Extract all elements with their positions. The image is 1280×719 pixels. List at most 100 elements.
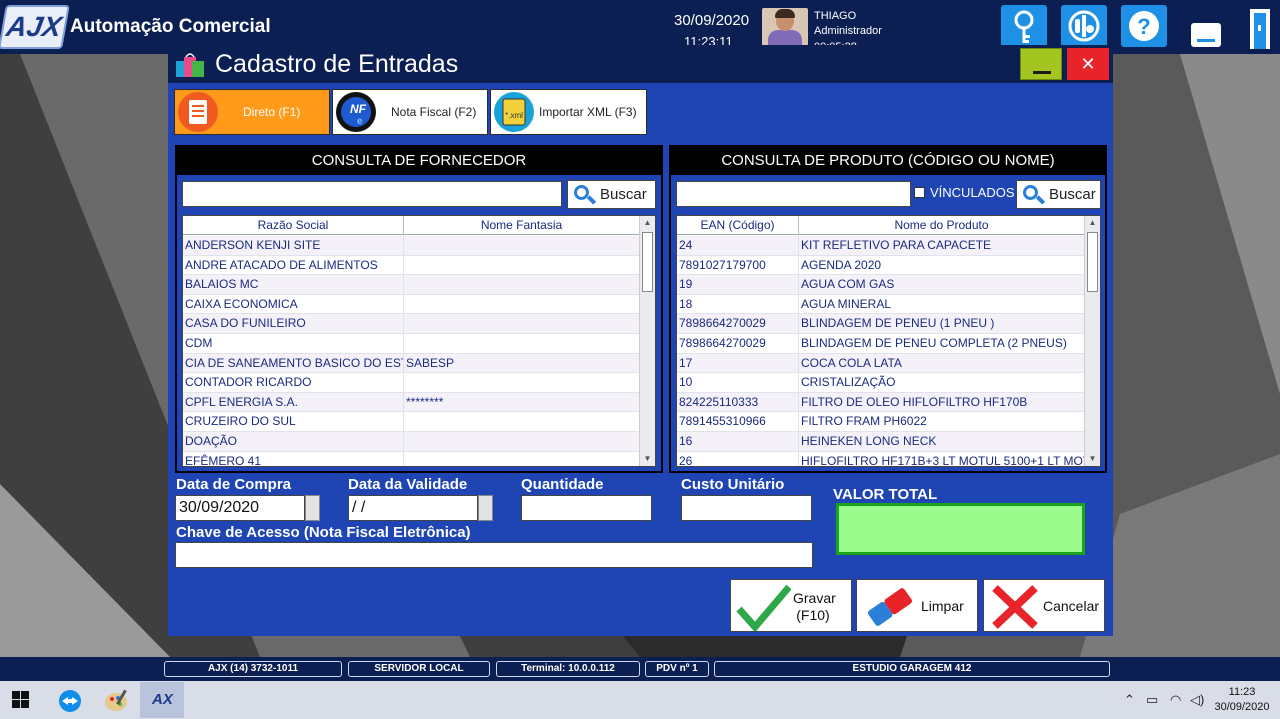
help-button[interactable]: ? xyxy=(1121,5,1167,47)
table-row[interactable]: CRUZEIRO DO SUL xyxy=(183,412,640,432)
scroll-up-icon[interactable]: ▲ xyxy=(1085,216,1100,230)
table-row[interactable]: CASA DO FUNILEIRO xyxy=(183,314,640,334)
produto-buscar-button[interactable]: Buscar xyxy=(1016,180,1101,209)
table-row[interactable]: 824225110333 FILTRO DE OLEO HIFLOFILTRO H… xyxy=(677,392,1085,413)
battery-icon[interactable]: ▭ xyxy=(1146,692,1158,708)
table-cell xyxy=(404,314,640,334)
column-nome-produto[interactable]: Nome do Produto xyxy=(799,216,1085,235)
quantidade-field[interactable] xyxy=(521,495,652,521)
produto-table-header: EAN (Código) Nome do Produto xyxy=(677,216,1085,235)
table-cell: AGENDA 2020 xyxy=(799,255,1085,275)
status-bar: AJX (14) 3732-1011 SERVIDOR LOCAL Termin… xyxy=(0,657,1280,681)
minimize-icon xyxy=(1033,71,1051,74)
column-razao-social[interactable]: Razão Social xyxy=(183,216,404,235)
support-button[interactable] xyxy=(1061,5,1107,47)
table-row[interactable]: 7891455310966 FILTRO FRAM PH6022 xyxy=(677,412,1085,432)
table-row[interactable]: CPFL ENERGIA S.A. ******** xyxy=(183,392,640,413)
fornecedor-buscar-label: Buscar xyxy=(600,186,647,203)
produto-buscar-label: Buscar xyxy=(1049,186,1096,203)
scroll-thumb[interactable] xyxy=(642,232,653,292)
table-row[interactable]: DOAÇÃO xyxy=(183,432,640,452)
data-validade-picker[interactable] xyxy=(478,495,493,521)
table-cell: 7891027179700 xyxy=(677,255,799,275)
status-server: SERVIDOR LOCAL xyxy=(348,661,490,677)
table-row[interactable]: CAIXA ECONOMICA xyxy=(183,294,640,315)
valor-total-display xyxy=(836,503,1085,555)
table-cell: ANDRE ATACADO DE ALIMENTOS xyxy=(183,255,404,275)
produto-search-input[interactable] xyxy=(676,181,911,207)
table-cell: 7898664270029 xyxy=(677,334,799,353)
tab-nota-fiscal[interactable]: NF e Nota Fiscal (F2) xyxy=(332,89,488,135)
produto-scrollbar[interactable]: ▲ ▼ xyxy=(1084,216,1100,466)
taskbar-clock[interactable]: 11:23 30/09/2020 xyxy=(1212,685,1272,715)
table-cell xyxy=(404,334,640,353)
data-compra-label: Data de Compra xyxy=(176,476,292,493)
column-ean[interactable]: EAN (Código) xyxy=(677,216,799,235)
exit-app-button[interactable] xyxy=(1240,5,1280,49)
data-validade-field[interactable]: / / xyxy=(348,495,478,521)
table-row[interactable]: CONTADOR RICARDO xyxy=(183,373,640,393)
chevron-up-icon[interactable]: ⌃ xyxy=(1124,692,1135,708)
table-row[interactable]: 24 KIT REFLETIVO PARA CAPACETE xyxy=(677,236,1085,256)
fornecedor-buscar-button[interactable]: Buscar xyxy=(567,180,656,209)
table-row[interactable]: CDM xyxy=(183,334,640,354)
table-row[interactable]: 7898664270029 BLINDAGEM DE PENEU COMPLETA… xyxy=(677,334,1085,354)
minimize-app-button[interactable] xyxy=(1186,5,1226,49)
fornecedor-search-input[interactable] xyxy=(182,181,562,207)
table-row[interactable]: EFÊMERO 41 xyxy=(183,451,640,466)
volume-icon[interactable]: ◁) xyxy=(1190,692,1204,708)
table-row[interactable]: 7891027179700 AGENDA 2020 xyxy=(677,255,1085,276)
data-compra-picker[interactable] xyxy=(305,495,320,521)
table-row[interactable]: ANDRE ATACADO DE ALIMENTOS xyxy=(183,255,640,276)
limpar-button[interactable]: Limpar xyxy=(856,579,978,632)
fornecedor-panel: CONSULTA DE FORNECEDOR Buscar Razão Soci… xyxy=(175,145,663,473)
table-cell: 7898664270029 xyxy=(677,314,799,334)
ajx-taskbar-app[interactable]: AX xyxy=(140,682,184,718)
tab-importar-xml[interactable]: *.xml Importar XML (F3) xyxy=(490,89,647,135)
windows-start-icon[interactable] xyxy=(12,691,30,709)
teamviewer-icon[interactable] xyxy=(50,685,90,717)
gravar-button[interactable]: Gravar (F10) xyxy=(730,579,852,632)
scroll-down-icon[interactable]: ▼ xyxy=(1085,452,1100,466)
data-compra-field[interactable]: 30/09/2020 xyxy=(175,495,305,521)
table-row[interactable]: CIA DE SANEAMENTO BASICO DO ESTADOSABESP xyxy=(183,353,640,374)
gravar-label: Gravar xyxy=(793,590,836,606)
cancelar-label: Cancelar xyxy=(1043,598,1100,614)
tab-direto[interactable]: Direto (F1) xyxy=(174,89,330,135)
table-row[interactable]: 16 HEINEKEN LONG NECK xyxy=(677,432,1085,452)
table-row[interactable]: 7898664270029 BLINDAGEM DE PENEU (1 PNEU … xyxy=(677,314,1085,334)
table-cell: HIFLOFILTRO HF171B+3 LT MOTUL 5100+1 LT … xyxy=(799,451,1085,466)
windows-taskbar: AX ⌃ ▭ ◠ ◁) 11:23 30/09/2020 xyxy=(0,681,1280,719)
table-cell: CRUZEIRO DO SUL xyxy=(183,412,404,432)
scroll-thumb[interactable] xyxy=(1087,232,1098,292)
dialog-close-button[interactable]: ✕ xyxy=(1067,48,1109,80)
table-row[interactable]: 26 HIFLOFILTRO HF171B+3 LT MOTUL 5100+1 L… xyxy=(677,451,1085,466)
custo-unitario-field[interactable] xyxy=(681,495,812,521)
table-cell: 824225110333 xyxy=(677,392,799,412)
taskbar-time: 11:23 xyxy=(1228,686,1256,698)
status-pdv: PDV nº 1 xyxy=(645,661,709,677)
key-button[interactable] xyxy=(1001,5,1047,47)
table-row[interactable]: 18 AGUA MINERAL xyxy=(677,294,1085,315)
column-nome-fantasia[interactable]: Nome Fantasia xyxy=(404,216,640,235)
wifi-icon[interactable]: ◠ xyxy=(1170,692,1181,708)
table-row[interactable]: ANDERSON KENJI SITE xyxy=(183,236,640,256)
table-row[interactable]: 10 CRISTALIZAÇÃO xyxy=(677,373,1085,393)
table-row[interactable]: 17 COCA COLA LATA xyxy=(677,353,1085,374)
table-cell xyxy=(404,236,640,255)
table-row[interactable]: 19 AGUA COM GAS xyxy=(677,275,1085,295)
vinculados-checkbox[interactable] xyxy=(914,187,925,198)
table-row[interactable]: BALAIOS MC xyxy=(183,275,640,295)
chave-acesso-field[interactable] xyxy=(175,542,813,568)
vinculados-label: VÍNCULADOS xyxy=(930,185,1015,200)
produto-header: CONSULTA DE PRODUTO (CÓDIGO OU NOME) xyxy=(671,147,1105,175)
cancelar-button[interactable]: Cancelar xyxy=(983,579,1105,632)
scroll-up-icon[interactable]: ▲ xyxy=(640,216,655,230)
dialog-minimize-button[interactable] xyxy=(1020,48,1062,80)
paint-icon[interactable] xyxy=(96,685,136,717)
fornecedor-scrollbar[interactable]: ▲ ▼ xyxy=(639,216,655,466)
table-cell xyxy=(404,451,640,466)
scroll-down-icon[interactable]: ▼ xyxy=(640,452,655,466)
tab-nota-fiscal-label: Nota Fiscal (F2) xyxy=(391,105,477,119)
table-cell: 24 xyxy=(677,236,799,255)
